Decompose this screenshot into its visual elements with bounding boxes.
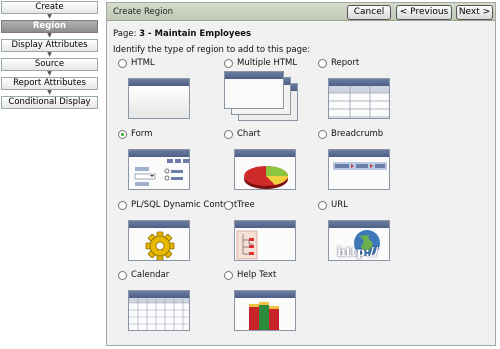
multiple-html-region-icon[interactable] [224,71,299,123]
cancel-button[interactable]: Cancel [347,5,391,20]
calendar-radio[interactable] [118,271,127,280]
form-label[interactable]: Form [131,129,152,139]
form-region-icon[interactable] [128,149,190,190]
panel-header: Create Region Cancel < Previous Next > [107,3,495,21]
calendar-region-icon[interactable] [128,290,190,331]
help-text-label[interactable]: Help Text [237,270,276,280]
report-region-icon[interactable] [328,78,390,119]
wizard-steps: Create ▼ Region ▼ Display Attributes ▼ S… [1,1,98,109]
plsql-gear-icon[interactable] [128,220,190,261]
breadcrumb-label[interactable]: Breadcrumb [331,129,383,139]
plsql-radio[interactable] [118,201,127,210]
create-region-panel: Create Region Cancel < Previous Next > P… [106,2,496,346]
url-label[interactable]: URL [331,200,348,210]
url-radio[interactable] [318,201,327,210]
tree-label[interactable]: Tree [237,200,255,210]
chart-region-icon[interactable] [234,149,296,190]
help-text-books-icon[interactable] [234,290,296,331]
chart-label[interactable]: Chart [237,129,260,139]
form-radio[interactable] [118,130,127,139]
panel-title: Create Region [113,7,174,17]
html-radio[interactable] [118,59,127,68]
tree-radio[interactable] [224,201,233,210]
report-radio[interactable] [318,59,327,68]
multiple-html-label[interactable]: Multiple HTML [237,58,297,68]
previous-button[interactable]: < Previous [396,5,452,20]
breadcrumb-region-icon[interactable] [328,149,390,190]
help-text-radio[interactable] [224,271,233,280]
page-value: 3 - Maintain Employees [139,29,252,39]
page-line: Page: 3 - Maintain Employees [113,29,251,39]
page-label: Page: [113,29,137,39]
tree-region-icon[interactable] [234,220,296,261]
report-label[interactable]: Report [331,58,359,68]
calendar-label[interactable]: Calendar [131,270,169,280]
html-label[interactable]: HTML [131,58,155,68]
instruction-text: Identify the type of region to add to th… [113,45,311,55]
url-globe-icon[interactable]: http:// [328,220,390,261]
plsql-label[interactable]: PL/SQL Dynamic Content [131,200,237,210]
step-conditional-display: Conditional Display [1,96,98,109]
multiple-html-radio[interactable] [224,59,233,68]
chart-radio[interactable] [224,130,233,139]
next-button[interactable]: Next > [456,5,493,20]
breadcrumb-radio[interactable] [318,130,327,139]
html-region-icon[interactable] [128,78,190,119]
url-icon-text: http:// [337,245,379,259]
